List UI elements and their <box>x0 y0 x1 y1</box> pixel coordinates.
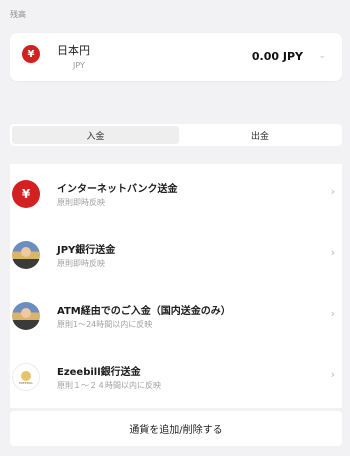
yen-icon: ¥ <box>12 180 40 208</box>
currency-name: 日本円 <box>57 44 90 57</box>
method-item-internet-bank[interactable]: ¥ インターネットバンク送金 原則即時反映 › <box>10 164 342 225</box>
add-remove-currency-button[interactable]: 通貨を追加/削除する <box>10 411 342 446</box>
chevron-right-icon: › <box>330 246 335 259</box>
chevron-down-icon[interactable]: ⌄ <box>318 51 326 61</box>
method-item-ezeebill[interactable]: EZEEBILL Ezeebill銀行送金 原則１〜２４時間以内に反映 › <box>10 347 342 408</box>
deposit-method-list: ¥ インターネットバンク送金 原則即時反映 › JPY銀行送金 原則即時反映 ›… <box>10 164 342 408</box>
yen-icon: ¥ <box>22 45 40 63</box>
method-subtitle: 原則１〜２４時間以内に反映 <box>57 381 161 390</box>
balance-caption: 残高 <box>10 10 26 19</box>
method-title: インターネットバンク送金 <box>57 184 178 195</box>
atm-avatar-icon <box>12 302 40 330</box>
method-item-jpy-bank[interactable]: JPY銀行送金 原則即時反映 › <box>10 225 342 286</box>
method-title: ATM経由でのご入金（国内送金のみ） <box>57 306 231 317</box>
tab-deposit[interactable]: 入金 <box>12 126 179 144</box>
method-title: JPY銀行送金 <box>57 245 116 256</box>
deposit-withdraw-tabs: 入金 出金 <box>10 124 342 146</box>
ezeebill-logo-icon: EZEEBILL <box>12 363 40 391</box>
tab-withdraw[interactable]: 出金 <box>178 124 342 146</box>
method-subtitle: 原則1〜24時間以内に反映 <box>57 320 153 329</box>
chevron-right-icon: › <box>330 185 335 198</box>
currency-code: JPY <box>73 61 85 70</box>
currency-selector-card[interactable]: ¥ 日本円 JPY 0.00 JPY ⌄ <box>10 33 342 81</box>
chevron-right-icon: › <box>330 307 335 320</box>
bank-avatar-icon <box>12 241 40 269</box>
method-subtitle: 原則即時反映 <box>57 198 105 207</box>
balance-amount: 0.00 JPY <box>251 50 303 63</box>
method-subtitle: 原則即時反映 <box>57 259 105 268</box>
chevron-right-icon: › <box>330 368 335 381</box>
method-title: Ezeebill銀行送金 <box>57 367 141 378</box>
method-item-atm[interactable]: ATM経由でのご入金（国内送金のみ） 原則1〜24時間以内に反映 › <box>10 286 342 347</box>
